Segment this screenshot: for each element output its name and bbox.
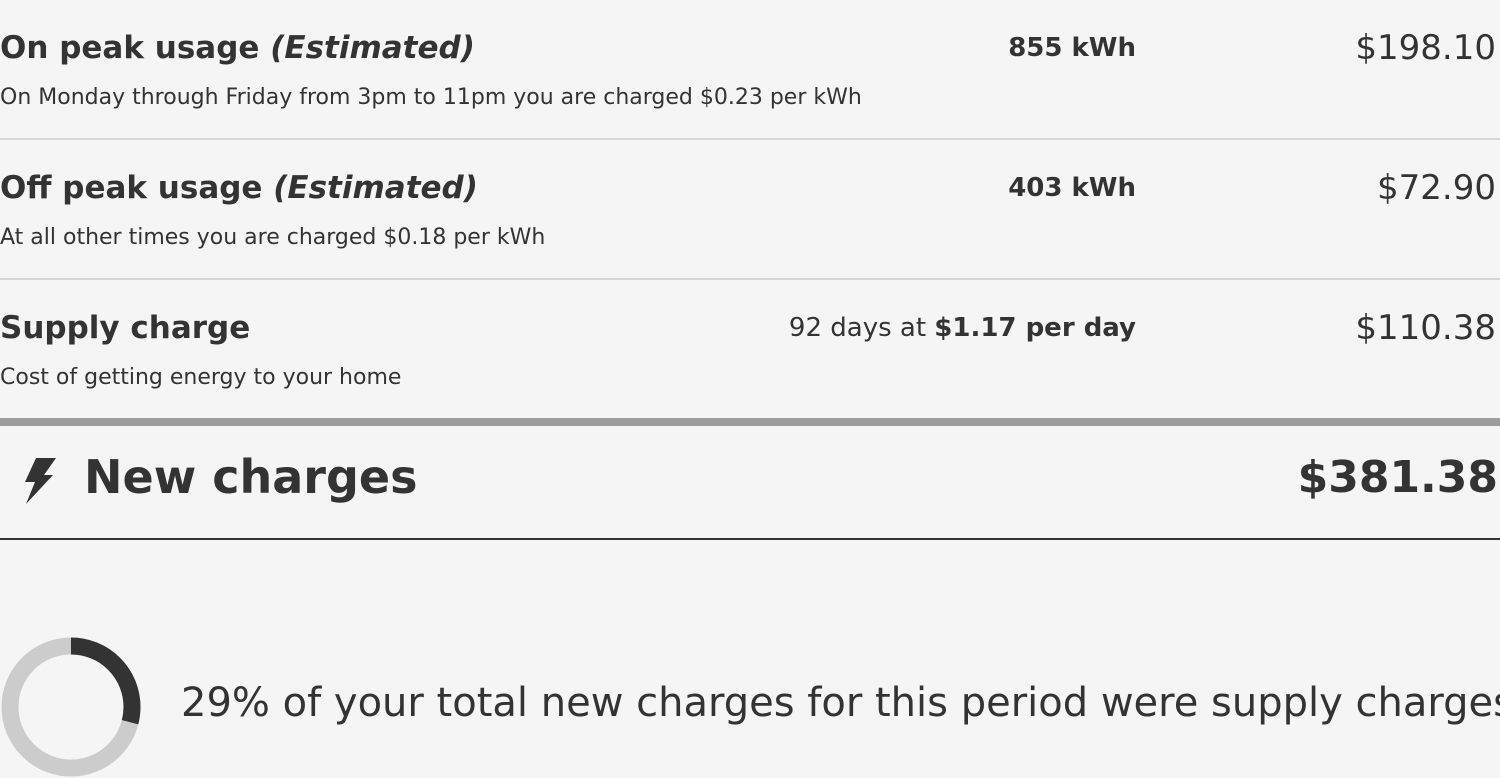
charge-title-text: Off peak usage xyxy=(0,170,274,206)
charge-title: Supply charge xyxy=(0,310,251,346)
charge-description: On Monday through Friday from 3pm to 11p… xyxy=(0,85,862,110)
supply-days: 92 days at xyxy=(788,313,935,343)
charge-row-off-peak: Off peak usage (Estimated) At all other … xyxy=(0,140,1500,280)
charge-quantity: 403 kWh xyxy=(1008,173,1136,203)
charge-title: On peak usage (Estimated) xyxy=(0,30,475,66)
charge-description: Cost of getting energy to your home xyxy=(0,365,402,390)
new-charges-amount: $381.38 xyxy=(1297,452,1498,503)
charge-title-text: On peak usage xyxy=(0,30,271,66)
charge-row-on-peak: On peak usage (Estimated) On Monday thro… xyxy=(0,0,1500,140)
charge-amount: $198.10 xyxy=(1355,28,1496,68)
new-charges-label: New charges xyxy=(84,450,418,504)
charge-row-supply: Supply charge Cost of getting energy to … xyxy=(0,280,1500,426)
supply-percent-donut xyxy=(1,637,141,777)
charge-amount: $110.38 xyxy=(1355,308,1496,348)
estimated-label: (Estimated) xyxy=(270,30,475,66)
charge-description: At all other times you are charged $0.18… xyxy=(0,225,546,250)
supply-summary: 29% of your total new charges for this p… xyxy=(0,636,1500,778)
charges-breakdown: On peak usage (Estimated) On Monday thro… xyxy=(0,0,1500,778)
charge-quantity: 855 kWh xyxy=(1008,33,1136,63)
charge-quantity: 92 days at $1.17 per day xyxy=(789,313,1136,343)
new-charges-total: New charges $381.38 xyxy=(0,426,1500,540)
estimated-label: (Estimated) xyxy=(273,170,478,206)
supply-rate: $1.17 per day xyxy=(934,313,1136,343)
charge-amount: $72.90 xyxy=(1377,168,1496,208)
charge-title: Off peak usage (Estimated) xyxy=(0,170,478,206)
lightning-bolt-icon xyxy=(25,458,56,504)
supply-summary-text: 29% of your total new charges for this p… xyxy=(181,680,1500,726)
